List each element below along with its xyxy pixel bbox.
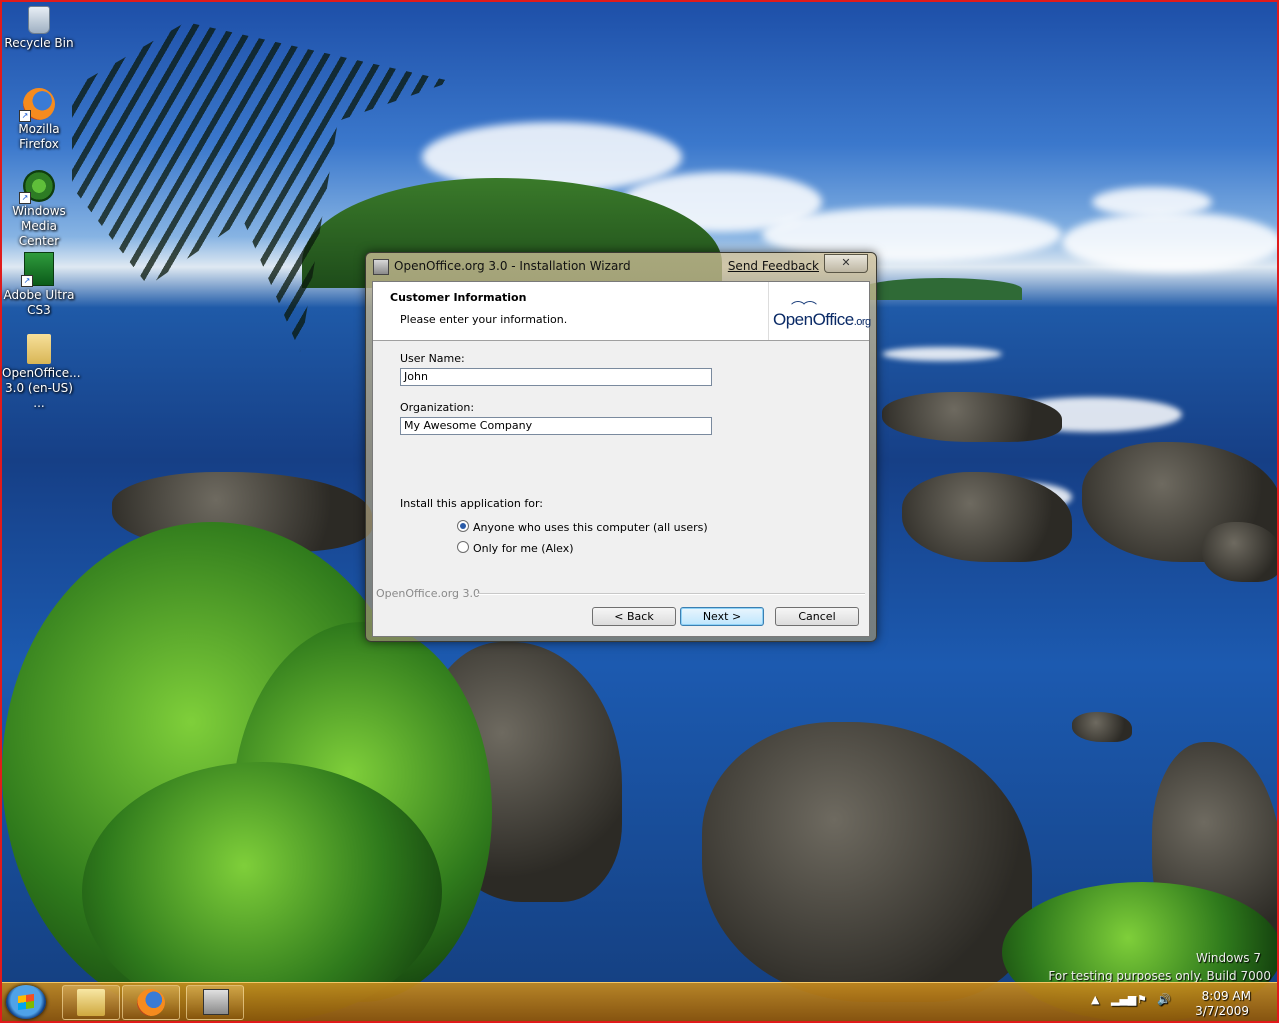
dialog-client-area: Customer Information Please enter your i… — [372, 281, 871, 637]
recycle-bin-icon — [28, 6, 50, 34]
close-button[interactable]: ✕ — [824, 254, 868, 273]
adobe-ultra-icon: ↗ — [21, 252, 54, 287]
page-subtitle: Please enter your information. — [400, 313, 568, 326]
clock-date[interactable]: 3/7/2009 — [1195, 1004, 1249, 1018]
windows-logo-icon — [18, 993, 34, 1011]
taskbar-installer-button[interactable] — [186, 985, 244, 1020]
page-title: Customer Information — [390, 291, 527, 304]
desktop-icon-label: Mozilla Firefox — [18, 122, 60, 151]
build-watermark-text: For testing purposes only. Build 7000 — [1048, 969, 1271, 983]
taskbar-explorer-button[interactable] — [62, 985, 120, 1020]
taskbar-firefox-button[interactable] — [122, 985, 180, 1020]
install-for-label: Install this application for: — [400, 497, 543, 510]
desktop-icon-label: Recycle Bin — [4, 36, 74, 50]
folder-icon — [27, 334, 51, 364]
windows-explorer-icon — [77, 989, 105, 1016]
system-tray: ▲ ▂▄▆ ⚑ 🔊 8:09 AM 3/7/2009 — [1091, 987, 1271, 1018]
desktop-icon-openoffice-folder[interactable]: OpenOffice... 3.0 (en-US) ... — [2, 334, 81, 411]
organization-input[interactable]: My Awesome Company — [400, 417, 712, 435]
wizard-banner: Customer Information Please enter your i… — [373, 282, 871, 341]
action-center-icon[interactable]: ⚑ — [1137, 993, 1147, 1006]
desktop-icon-label: Adobe Ultra CS3 — [3, 288, 75, 317]
radio-button-checked[interactable] — [457, 520, 469, 532]
footer-brand: OpenOffice.org 3.0 — [376, 587, 481, 600]
radio-label: Only for me (Alex) — [473, 542, 574, 555]
start-button[interactable] — [6, 985, 46, 1019]
user-name-input[interactable]: John — [400, 368, 712, 386]
organization-label: Organization: — [400, 401, 475, 414]
next-button[interactable]: Next > — [680, 607, 764, 626]
openoffice-logo: ⌒⌒ OpenOffice.org — [768, 282, 871, 340]
user-name-label: User Name: — [400, 352, 465, 365]
network-icon[interactable]: ▂▄▆ — [1111, 993, 1136, 1006]
desktop-icon-adobe-ultra[interactable]: ↗ Adobe Ultra CS3 — [2, 252, 76, 318]
desktop-icon-recycle-bin[interactable]: Recycle Bin — [2, 6, 76, 51]
send-feedback-link[interactable]: Send Feedback — [728, 259, 819, 273]
dialog-titlebar[interactable]: OpenOffice.org 3.0 - Installation Wizard… — [366, 253, 876, 279]
desktop-icon-firefox[interactable]: ↗ Mozilla Firefox — [2, 88, 76, 152]
media-center-icon: ↗ — [19, 170, 55, 204]
installation-wizard-dialog: OpenOffice.org 3.0 - Installation Wizard… — [365, 252, 877, 642]
radio-all-users[interactable]: Anyone who uses this computer (all users… — [457, 520, 708, 534]
desktop-icon-label: OpenOffice... 3.0 (en-US) ... — [2, 366, 81, 410]
clock-time[interactable]: 8:09 AM — [1202, 989, 1251, 1003]
desktop-icon-label: Windows Media Center — [12, 204, 66, 248]
back-button[interactable]: < Back — [592, 607, 676, 626]
radio-label: Anyone who uses this computer (all users… — [473, 521, 708, 534]
firefox-icon: ↗ — [19, 88, 55, 122]
logo-main: OpenOffice — [773, 310, 854, 329]
desktop-icon-media-center[interactable]: ↗ Windows Media Center — [2, 170, 76, 249]
firefox-icon — [137, 989, 165, 1016]
dialog-title: OpenOffice.org 3.0 - Installation Wizard — [394, 259, 631, 273]
radio-only-me[interactable]: Only for me (Alex) — [457, 541, 574, 555]
radio-button[interactable] — [457, 541, 469, 553]
build-watermark-title: Windows 7 — [1195, 951, 1261, 965]
installer-icon — [203, 989, 229, 1015]
installer-icon — [373, 259, 389, 275]
volume-icon[interactable]: 🔊 — [1157, 993, 1171, 1006]
logo-suffix: .org — [853, 316, 871, 328]
show-hidden-icons-icon[interactable]: ▲ — [1091, 993, 1099, 1006]
taskbar: ▲ ▂▄▆ ⚑ 🔊 8:09 AM 3/7/2009 — [2, 982, 1277, 1021]
footer-divider — [477, 593, 865, 595]
cancel-button[interactable]: Cancel — [775, 607, 859, 626]
